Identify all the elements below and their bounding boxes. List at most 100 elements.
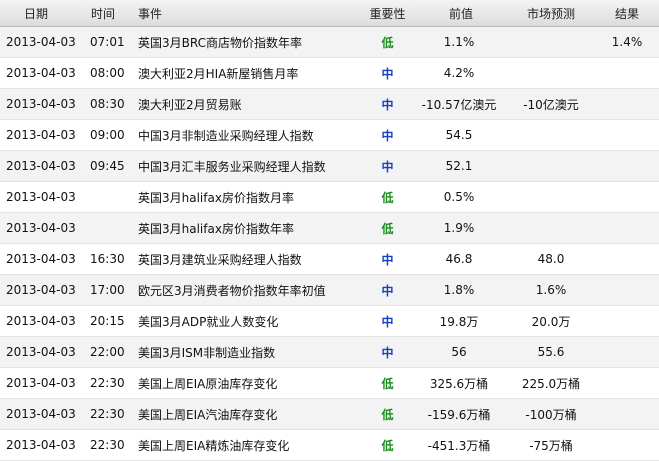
cell-previous: -451.3万桶 [415, 429, 507, 461]
cell-previous: 46.8 [415, 243, 507, 275]
cell-event: 英国3月halifax房价指数月率 [132, 181, 360, 213]
cell-date: 2013-04-03 [0, 398, 82, 430]
cell-time: 08:00 [82, 57, 132, 89]
cell-forecast: -10亿澳元 [507, 88, 595, 120]
cell-actual [595, 57, 659, 89]
cell-time: 22:00 [82, 336, 132, 368]
cell-importance: 中 [360, 57, 415, 89]
cell-date: 2013-04-03 [0, 119, 82, 151]
cell-time: 17:00 [82, 274, 132, 306]
cell-date: 2013-04-03 [0, 305, 82, 337]
cell-forecast: -100万桶 [507, 398, 595, 430]
cell-forecast [507, 181, 595, 213]
cell-event: 英国3月BRC商店物价指数年率 [132, 26, 360, 58]
table-row: 2013-04-03 英国3月halifax房价指数月率低 0.5% [0, 181, 659, 213]
cell-importance: 中 [360, 119, 415, 151]
header-row: 日期 时间 事件 重要性 前值 市场预测 结果 [0, 0, 659, 27]
table-row: 2013-04-03 22:00 美国3月ISM非制造业指数中 56 55.6 [0, 336, 659, 368]
cell-date: 2013-04-03 [0, 181, 82, 213]
cell-forecast [507, 26, 595, 58]
cell-actual [595, 305, 659, 337]
cell-actual [595, 119, 659, 151]
cell-forecast: 20.0万 [507, 305, 595, 337]
table-row: 2013-04-03 17:00 欧元区3月消费者物价指数年率初值中 1.8% 1.6% [0, 274, 659, 306]
cell-actual: 1.4% [595, 26, 659, 58]
cell-previous: 54.5 [415, 119, 507, 151]
cell-actual [595, 274, 659, 306]
cell-previous: 1.8% [415, 274, 507, 306]
cell-time: 09:00 [82, 119, 132, 151]
cell-importance: 低 [360, 429, 415, 461]
cell-date: 2013-04-03 [0, 212, 82, 244]
cell-event: 美国上周EIA原油库存变化 [132, 367, 360, 399]
column-header-date: 日期 [0, 0, 82, 27]
cell-time: 09:45 [82, 150, 132, 182]
column-header-previous: 前值 [415, 0, 507, 27]
cell-importance: 低 [360, 26, 415, 58]
cell-previous: -10.57亿澳元 [415, 88, 507, 120]
column-header-forecast: 市场预测 [507, 0, 595, 27]
cell-event: 中国3月汇丰服务业采购经理人指数 [132, 150, 360, 182]
cell-actual [595, 181, 659, 213]
cell-event: 美国3月ISM非制造业指数 [132, 336, 360, 368]
cell-importance: 中 [360, 88, 415, 120]
cell-event: 英国3月建筑业采购经理人指数 [132, 243, 360, 275]
cell-forecast: -75万桶 [507, 429, 595, 461]
cell-event: 欧元区3月消费者物价指数年率初值 [132, 274, 360, 306]
cell-importance: 低 [360, 398, 415, 430]
cell-time: 20:15 [82, 305, 132, 337]
table-row: 2013-04-03 22:30 美国上周EIA原油库存变化低 325.6万桶 225.… [0, 367, 659, 399]
cell-event: 美国上周EIA汽油库存变化 [132, 398, 360, 430]
cell-importance: 低 [360, 212, 415, 244]
cell-previous: 52.1 [415, 150, 507, 182]
cell-date: 2013-04-03 [0, 274, 82, 306]
cell-actual [595, 398, 659, 430]
cell-previous: 1.9% [415, 212, 507, 244]
cell-time [82, 212, 132, 244]
cell-importance: 中 [360, 274, 415, 306]
cell-date: 2013-04-03 [0, 429, 82, 461]
cell-date: 2013-04-03 [0, 57, 82, 89]
cell-forecast [507, 57, 595, 89]
cell-forecast [507, 119, 595, 151]
cell-importance: 中 [360, 150, 415, 182]
economic-calendar-table: 日期 时间 事件 重要性 前值 市场预测 结果 2013-04-03 07:01 英… [0, 0, 659, 461]
cell-previous: 56 [415, 336, 507, 368]
column-header-importance: 重要性 [360, 0, 415, 27]
cell-forecast: 225.0万桶 [507, 367, 595, 399]
cell-previous: 0.5% [415, 181, 507, 213]
cell-date: 2013-04-03 [0, 88, 82, 120]
cell-actual [595, 150, 659, 182]
cell-event: 中国3月非制造业采购经理人指数 [132, 119, 360, 151]
cell-forecast: 48.0 [507, 243, 595, 275]
table-row: 2013-04-03 16:30 英国3月建筑业采购经理人指数中 46.8 48.0 [0, 243, 659, 275]
cell-date: 2013-04-03 [0, 336, 82, 368]
cell-actual [595, 367, 659, 399]
column-header-event: 事件 [132, 0, 360, 27]
cell-time: 22:30 [82, 429, 132, 461]
cell-event: 美国上周EIA精炼油库存变化 [132, 429, 360, 461]
cell-previous: 4.2% [415, 57, 507, 89]
cell-date: 2013-04-03 [0, 26, 82, 58]
table-row: 2013-04-03 22:30 美国上周EIA精炼油库存变化低 -451.3万桶 -7… [0, 429, 659, 461]
cell-actual [595, 212, 659, 244]
cell-importance: 中 [360, 243, 415, 275]
cell-forecast [507, 212, 595, 244]
table-row: 2013-04-03 09:00 中国3月非制造业采购经理人指数中 54.5 [0, 119, 659, 151]
cell-event: 澳大利亚2月贸易账 [132, 88, 360, 120]
table-row: 2013-04-03 07:01 英国3月BRC商店物价指数年率低 1.1% 1.4% [0, 26, 659, 58]
cell-actual [595, 243, 659, 275]
cell-time: 22:30 [82, 398, 132, 430]
table-row: 2013-04-03 22:30 美国上周EIA汽油库存变化低 -159.6万桶 -10… [0, 398, 659, 430]
cell-event: 澳大利亚2月HIA新屋销售月率 [132, 57, 360, 89]
table-row: 2013-04-03 09:45 中国3月汇丰服务业采购经理人指数中 52.1 [0, 150, 659, 182]
cell-date: 2013-04-03 [0, 150, 82, 182]
cell-forecast: 1.6% [507, 274, 595, 306]
table-row: 2013-04-03 英国3月halifax房价指数年率低 1.9% [0, 212, 659, 244]
cell-event: 英国3月halifax房价指数年率 [132, 212, 360, 244]
table-header: 日期 时间 事件 重要性 前值 市场预测 结果 [0, 0, 659, 27]
cell-previous: 1.1% [415, 26, 507, 58]
cell-date: 2013-04-03 [0, 243, 82, 275]
cell-time [82, 181, 132, 213]
cell-forecast: 55.6 [507, 336, 595, 368]
